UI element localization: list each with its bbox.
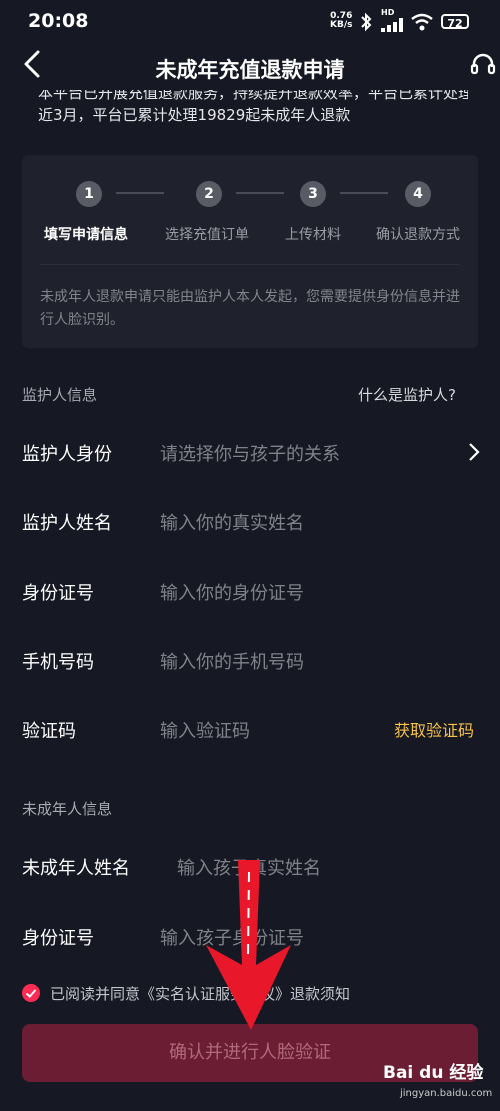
minor-section-title: 未成年人信息 <box>22 800 113 818</box>
step-connector <box>340 192 388 194</box>
step-2-circle: 2 <box>196 181 222 207</box>
guardian-identity-select[interactable]: 请选择你与孩子的关系 <box>160 440 340 466</box>
hd-indicator: HD <box>381 8 395 17</box>
status-time: 20:08 <box>28 10 89 32</box>
battery-indicator: 72 <box>441 14 469 30</box>
guardian-name-label: 监护人姓名 <box>22 513 112 534</box>
baidu-watermark-url: jingyan.baidu.com <box>400 1088 493 1099</box>
baidu-watermark-logo: Bai du 经验 <box>383 1063 484 1083</box>
step-connector <box>116 192 164 194</box>
bluetooth-icon <box>361 12 372 32</box>
notice-text: 本平台已开展充值退款服务，持续提升退款效率，平台已累计处理未成年 近3月，平台已… <box>38 90 468 124</box>
guardian-name-input[interactable]: 输入你的真实姓名 <box>160 509 304 535</box>
guardian-identity-label: 监护人身份 <box>22 444 112 465</box>
card-divider <box>40 264 460 265</box>
step-2-label: 选择充值订单 <box>165 227 249 243</box>
guardian-id-input[interactable]: 输入你的身份证号 <box>160 579 304 605</box>
guardian-phone-label: 手机号码 <box>22 652 94 673</box>
minor-name-label: 未成年人姓名 <box>22 858 130 879</box>
agree-checkbox[interactable] <box>22 984 40 1002</box>
check-icon <box>25 989 37 998</box>
verify-code-input[interactable]: 输入验证码 <box>160 717 250 743</box>
step-connector <box>236 192 284 194</box>
red-arrow-annotation <box>206 860 291 1030</box>
status-bar: 20:08 0.76 KB/s HD 72 <box>0 0 500 44</box>
get-code-button[interactable]: 获取验证码 <box>394 717 474 741</box>
minor-id-label: 身份证号 <box>22 928 94 949</box>
signal-icon <box>381 18 403 32</box>
page-title: 未成年充值退款申请 <box>155 58 345 82</box>
what-is-guardian-link[interactable]: 什么是监护人? <box>358 384 456 405</box>
step-4-circle: 4 <box>405 181 431 207</box>
step-1-label: 填写申请信息 <box>44 227 128 243</box>
network-speed: 0.76 KB/s <box>330 11 353 30</box>
card-description: 未成年人退款申请只能由监护人本人发起，您需要提供身份信息并进行人脸识别。 <box>40 289 460 328</box>
step-4-label: 确认退款方式 <box>376 227 460 243</box>
chevron-right-icon[interactable] <box>466 440 482 464</box>
wifi-icon <box>411 13 433 31</box>
step-1-circle: 1 <box>76 181 102 207</box>
headset-icon[interactable] <box>470 52 496 78</box>
guardian-phone-input[interactable]: 输入你的手机号码 <box>160 648 304 674</box>
step-3-label: 上传材料 <box>285 227 341 243</box>
step-3-circle: 3 <box>300 181 326 207</box>
verify-code-label: 验证码 <box>22 721 76 742</box>
guardian-id-label: 身份证号 <box>22 583 94 604</box>
guardian-section-title: 监护人信息 <box>22 386 98 404</box>
